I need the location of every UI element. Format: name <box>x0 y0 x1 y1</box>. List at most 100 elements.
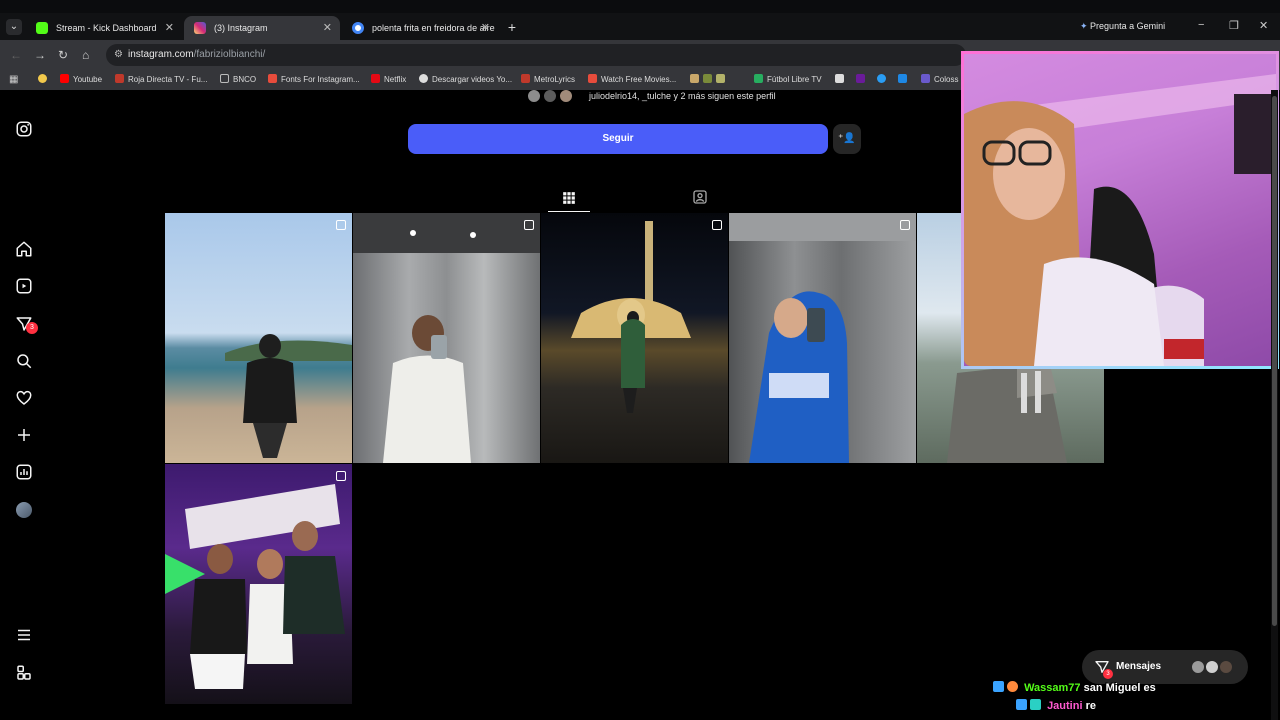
chat-message: Wassam77 san Miguel es <box>993 681 1156 694</box>
bookmark-folder-bnco[interactable]: BNCO <box>220 74 256 84</box>
post-image <box>353 213 540 463</box>
bookmark-fonts[interactable]: Fonts For Instagram... <box>268 74 360 84</box>
vip-badge-icon <box>1030 699 1041 710</box>
menu-icon[interactable] <box>15 626 33 644</box>
chat-text: san Miguel es <box>1083 682 1156 694</box>
bookmark-label: Fonts For Instagram... <box>281 75 360 84</box>
insights-icon[interactable] <box>15 463 33 481</box>
bookmark-label: Watch Free Movies... <box>601 75 677 84</box>
profile-avatar[interactable] <box>16 502 32 518</box>
bookmark-label: MetroLyrics <box>534 75 576 84</box>
new-tab-button[interactable]: + <box>505 20 519 34</box>
yahoo-icon <box>856 74 865 83</box>
tab-instagram[interactable]: (3) Instagram ✕ <box>184 16 340 40</box>
follow-button[interactable]: Seguir <box>408 124 828 154</box>
tab-tagged[interactable] <box>688 186 712 210</box>
close-window-button[interactable]: ✕ <box>1259 19 1268 32</box>
url-host: instagram.com <box>128 49 194 60</box>
url-path: /fabriziolbianchi/ <box>193 49 266 60</box>
close-tab-icon[interactable]: ✕ <box>165 16 174 40</box>
grid-icon <box>563 192 575 204</box>
meta-apps-icon[interactable] <box>15 664 33 682</box>
minimize-button[interactable]: − <box>1198 19 1204 31</box>
followed-by-text: juliodelrio14, _tulche y 2 más siguen es… <box>589 91 776 101</box>
chat-username: Wassam77 <box>1024 682 1081 694</box>
post-image <box>571 221 691 413</box>
tab-kick-dashboard[interactable]: Stream - Kick Dashboard ✕ <box>26 16 182 40</box>
reload-icon[interactable]: ↻ <box>58 48 68 62</box>
site-info-icon[interactable]: ⚙ <box>114 49 123 60</box>
post-image <box>165 484 345 689</box>
post-thumbnail[interactable] <box>353 213 540 463</box>
gift-badge-icon <box>1007 681 1018 692</box>
bookmark-label: Netflix <box>384 75 407 84</box>
bookmark-misc-icons[interactable] <box>690 74 729 84</box>
post-thumbnail[interactable] <box>541 213 728 463</box>
page-scrollbar[interactable] <box>1271 90 1278 720</box>
bookmark-icon <box>690 74 699 83</box>
add-user-icon: ⁺👤 <box>838 133 856 144</box>
bookmark-netflix[interactable]: Netflix <box>371 74 406 84</box>
tab-title: Stream - Kick Dashboard <box>56 23 157 33</box>
chat-text: re <box>1085 700 1096 712</box>
messages-button[interactable]: 3 Mensajes <box>1082 650 1248 684</box>
bookmark-watch-movies[interactable]: Watch Free Movies... <box>588 74 676 84</box>
post-image <box>729 213 916 463</box>
heart-icon[interactable] <box>15 389 33 407</box>
close-tab-icon[interactable]: ✕ <box>323 16 332 40</box>
post-thumbnail[interactable] <box>729 213 916 463</box>
scrollbar-thumb[interactable] <box>1272 96 1277 626</box>
tab-posts[interactable] <box>548 186 590 212</box>
gemini-button[interactable]: ✦ Pregunta a Gemini <box>1080 21 1165 32</box>
bookmark-icon <box>898 74 907 83</box>
post-thumbnail[interactable] <box>165 464 352 704</box>
message-avatar <box>1218 659 1234 675</box>
instagram-icon <box>194 22 206 34</box>
home-icon[interactable] <box>15 240 33 258</box>
bookmark-youtube[interactable]: Youtube <box>60 74 102 84</box>
bookmark-descargar[interactable]: Descargar videos Yo... <box>419 74 512 84</box>
url-input[interactable]: ⚙ instagram.com/fabriziolbianchi/ <box>106 44 966 66</box>
reels-icon[interactable] <box>15 277 33 295</box>
back-arrow-icon[interactable]: ← <box>10 48 22 62</box>
restore-button[interactable]: ❐ <box>1229 19 1239 32</box>
gemini-label: Pregunta a Gemini <box>1090 21 1166 31</box>
messages-badge: 3 <box>1103 669 1113 679</box>
bookmark-emoji[interactable] <box>38 74 51 84</box>
bookmark-icon <box>716 74 725 83</box>
bookmark-label: Roja Directa TV - Fu... <box>128 75 208 84</box>
tab-google-search[interactable]: polenta frita en freidora de aire ✕ <box>342 16 498 40</box>
search-icon[interactable] <box>15 352 33 370</box>
instagram-logo-icon[interactable] <box>15 120 33 138</box>
subscriber-badge-icon <box>1016 699 1027 710</box>
bookmark-metrolyrics[interactable]: MetroLyrics <box>521 74 575 84</box>
tab-title: polenta frita en freidora de aire <box>372 23 495 33</box>
carousel-icon <box>336 471 346 481</box>
carousel-icon <box>336 220 346 230</box>
home-icon[interactable]: ⌂ <box>82 48 89 62</box>
download-icon <box>419 74 428 83</box>
post-thumbnail[interactable] <box>165 213 352 463</box>
suggested-accounts-button[interactable]: ⁺👤 <box>833 124 861 154</box>
bookmark-icon <box>877 74 886 83</box>
message-avatars <box>1190 659 1240 675</box>
follower-avatar <box>542 90 558 104</box>
bookmark-roja-directa[interactable]: Roja Directa TV - Fu... <box>115 74 207 84</box>
carousel-icon <box>712 220 722 230</box>
bookmark-coloss[interactable]: Coloss <box>921 74 958 84</box>
bookmark-misc-icons-2[interactable] <box>835 74 911 84</box>
close-tab-icon[interactable]: ✕ <box>481 16 490 40</box>
bookmark-icon <box>835 74 844 83</box>
tab-title: (3) Instagram <box>214 23 268 33</box>
forward-arrow-icon[interactable]: → <box>34 48 46 62</box>
carousel-icon <box>900 220 910 230</box>
chat-username: Jautini <box>1047 700 1083 712</box>
emoji-icon <box>38 74 47 83</box>
apps-grid-icon[interactable]: ▦ <box>9 74 18 85</box>
futbol-icon <box>754 74 763 83</box>
create-plus-icon[interactable] <box>15 426 33 444</box>
bookmark-futbol-libre[interactable]: Fútbol Libre TV <box>754 74 822 84</box>
bookmark-label: Coloss <box>934 75 959 84</box>
messages-label: Mensajes <box>1116 661 1162 672</box>
tab-search-button[interactable]: ⌄ <box>6 19 22 35</box>
